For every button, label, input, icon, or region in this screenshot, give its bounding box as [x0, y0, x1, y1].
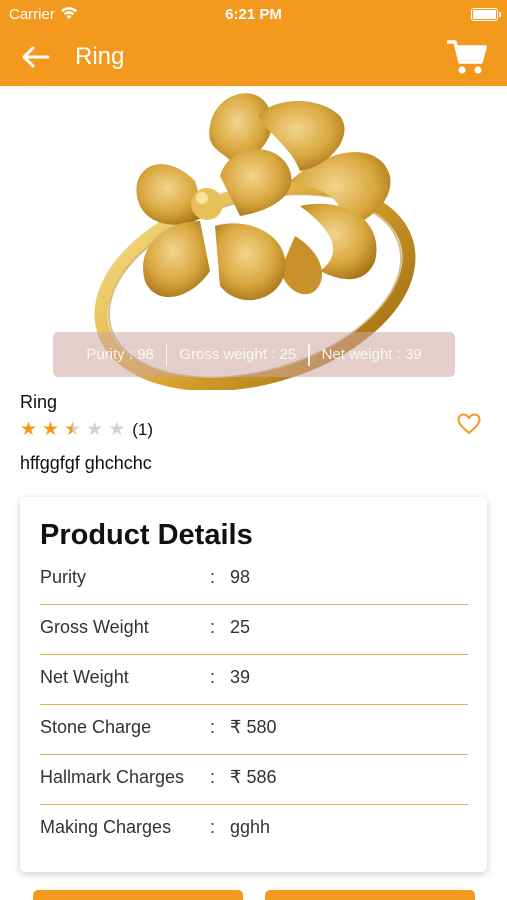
detail-label: Gross Weight: [40, 617, 149, 637]
star-icon-filled: ★: [20, 419, 38, 440]
product-image: Purity : 98 Gross weight : 25 Net weight…: [0, 86, 507, 390]
detail-colon: :: [210, 717, 216, 737]
detail-value: 39: [230, 667, 251, 687]
product-description: hffggfgf ghchchc: [20, 453, 152, 473]
detail-row-stone-charge: Stone Charge : ₹ 580: [40, 705, 468, 755]
detail-label: Stone Charge: [40, 717, 152, 737]
overlay-net-weight: Net weight : 39: [321, 346, 422, 363]
action-button-right[interactable]: [265, 890, 475, 900]
detail-colon: :: [210, 567, 216, 587]
star-icon-empty: ★: [86, 419, 104, 440]
detail-row-net-weight: Net Weight : 39: [40, 655, 468, 705]
detail-label: Purity: [40, 567, 87, 587]
star-icon-empty: ★: [108, 419, 126, 440]
back-arrow-icon[interactable]: [20, 42, 52, 72]
clock: 6:21 PM: [225, 6, 282, 23]
overlay-gross-weight: Gross weight : 25: [179, 346, 297, 363]
action-button-row: [0, 890, 507, 900]
details-title: Product Details: [40, 519, 253, 551]
star-rating: ★ ★ ★ ★ ★ (1): [20, 420, 153, 440]
battery-icon: [471, 8, 501, 21]
heart-icon[interactable]: [457, 413, 481, 435]
overlay-divider: [308, 343, 310, 366]
nav-bar: Ring: [0, 30, 507, 86]
detail-colon: :: [210, 767, 216, 787]
overlay-purity: Purity : 98: [86, 346, 154, 363]
detail-value: gghh: [230, 817, 271, 837]
detail-colon: :: [210, 617, 216, 637]
star-icon-half: ★: [64, 419, 82, 440]
detail-label: Making Charges: [40, 817, 172, 837]
detail-label: Hallmark Charges: [40, 767, 185, 787]
detail-colon: :: [210, 817, 216, 837]
detail-value: ₹ 586: [230, 767, 277, 787]
status-bar: Carrier 6:21 PM: [0, 0, 507, 30]
overlay-divider: [165, 343, 168, 366]
review-count: (1): [132, 420, 154, 439]
detail-row-hallmark-charges: Hallmark Charges : ₹ 586: [40, 755, 468, 805]
star-icon-filled: ★: [42, 419, 60, 440]
action-button-left[interactable]: [33, 890, 243, 900]
spec-overlay: Purity : 98 Gross weight : 25 Net weight…: [53, 332, 455, 377]
detail-colon: :: [210, 667, 216, 687]
cart-icon[interactable]: [446, 38, 487, 76]
page-title: Ring: [75, 43, 125, 70]
product-name: Ring: [20, 392, 58, 412]
detail-row-making-charges: Making Charges : gghh: [40, 805, 468, 855]
detail-row-gross-weight: Gross Weight : 25: [40, 605, 468, 655]
detail-row-purity: Purity : 98: [40, 555, 468, 605]
detail-label: Net Weight: [40, 667, 129, 687]
detail-value: 98: [230, 567, 251, 587]
detail-value: ₹ 580: [230, 717, 277, 737]
detail-value: 25: [230, 617, 251, 637]
product-details-card: Product Details Purity : 98 Gross Weight…: [20, 497, 487, 872]
